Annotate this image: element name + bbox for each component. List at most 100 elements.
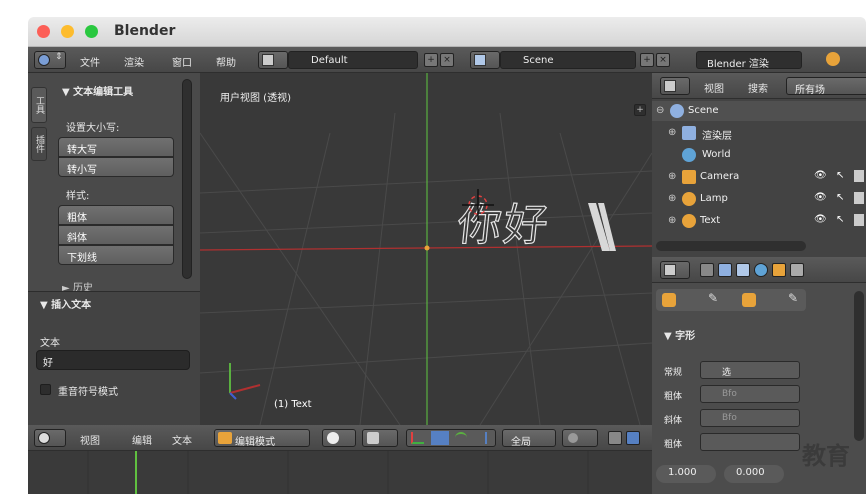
font-selector[interactable] [700, 409, 800, 427]
value-field-2[interactable]: 0.000 [724, 465, 784, 483]
render-toggle-icon[interactable] [854, 214, 864, 226]
add-scene-icon[interactable]: + [640, 53, 654, 67]
accent-mode-checkbox[interactable] [40, 384, 51, 395]
proportional-edit-icon[interactable] [626, 431, 640, 445]
manipulator-group[interactable] [406, 429, 496, 447]
panel-title-font[interactable]: ▼ 字形 [664, 327, 695, 342]
view3d-editor-type-button[interactable] [34, 429, 66, 447]
minimize-window-button[interactable] [61, 25, 74, 38]
remove-layout-icon[interactable]: × [440, 53, 454, 67]
world-tab-icon[interactable] [754, 263, 768, 277]
scene-icon [670, 104, 684, 118]
menu-edit[interactable]: 编辑 [132, 432, 152, 447]
outliner-row-render-layers[interactable]: ⊕ 渲染层 [652, 123, 866, 143]
snap-icon[interactable] [608, 431, 622, 445]
outliner-display-selector[interactable]: 所有场 [786, 77, 866, 95]
zoom-window-button[interactable] [85, 25, 98, 38]
scene-icon [474, 54, 486, 66]
tool-shelf-scrollbar[interactable] [182, 79, 192, 279]
rotate-icon[interactable] [455, 432, 467, 444]
outliner-row-scene[interactable]: ⊖ Scene [652, 101, 866, 121]
outliner-row-lamp[interactable]: ⊕ Lamp 👁 ↖ [652, 189, 866, 209]
outliner-row-text[interactable]: ⊕ Text 👁 ↖ [652, 211, 866, 231]
blender-app: ⇕ 文件 渲染 窗口 帮助 Default + × Scene + × Blen… [28, 47, 866, 494]
mode-selector[interactable]: 编辑模式 [214, 429, 310, 447]
editor-type-button[interactable]: ⇕ [34, 51, 66, 69]
timeline-area[interactable] [28, 451, 652, 494]
render-toggle-icon[interactable] [854, 192, 864, 204]
scene-selector[interactable]: Scene [500, 51, 636, 69]
layout-type-button[interactable] [258, 51, 288, 69]
eye-icon[interactable]: 👁 [814, 192, 827, 203]
menu-text[interactable]: 文本 [172, 432, 192, 447]
font-selector[interactable] [700, 433, 800, 451]
tab-tools[interactable]: 工具 [31, 87, 47, 123]
render-layers-tab-icon[interactable] [718, 263, 732, 277]
cursor-icon[interactable]: ↖ [836, 192, 844, 203]
outliner-row-world[interactable]: World [652, 145, 866, 165]
add-layout-icon[interactable]: + [424, 53, 438, 67]
eye-icon[interactable]: 👁 [814, 214, 827, 225]
scale-icon[interactable] [475, 432, 487, 444]
layout-name: Default [311, 55, 348, 66]
outliner-menu-view[interactable]: 视图 [704, 80, 724, 95]
close-window-button[interactable] [37, 25, 50, 38]
italic-button[interactable]: 斜体 [58, 225, 174, 245]
menu-help[interactable]: 帮助 [216, 54, 236, 69]
panel-title-text-tools[interactable]: ▼ 文本编辑工具 [62, 83, 133, 98]
object-tab-icon[interactable] [772, 263, 786, 277]
eye-icon[interactable]: 👁 [814, 170, 827, 181]
cursor-icon[interactable]: ↖ [836, 170, 844, 181]
outliner-display-name: 所有场 [795, 85, 825, 95]
solid-shading-icon [327, 432, 339, 444]
menu-render[interactable]: 渲染 [124, 54, 144, 69]
font-selector[interactable] [700, 361, 800, 379]
panel-title-insert-text[interactable]: ▼ 插入文本 [40, 296, 91, 311]
outliner-editor-type-button[interactable] [660, 77, 690, 95]
render-engine-name: Blender 渲染 [707, 59, 769, 69]
cursor-icon[interactable]: ↖ [836, 214, 844, 225]
to-lower-button[interactable]: 转小写 [58, 157, 174, 177]
scene-tab-icon[interactable] [736, 263, 750, 277]
text-input[interactable]: 好 [36, 350, 190, 370]
value-field-1[interactable]: 1.000 [656, 465, 716, 483]
tool-shelf: 工具 插件 ▼ 文本编辑工具 设置大小写: 转大写 转小写 样式: 粗体 斜体 … [28, 73, 200, 425]
bold-button[interactable]: 粗体 [58, 205, 174, 225]
outliner-label: 渲染层 [702, 131, 732, 142]
remove-scene-icon[interactable]: × [656, 53, 670, 67]
scene-type-button[interactable] [470, 51, 500, 69]
datablock-row: ✎ ✎ [656, 289, 806, 311]
outliner-menu-search[interactable]: 搜索 [748, 80, 768, 95]
render-engine-selector[interactable]: Blender 渲染 [696, 51, 802, 69]
underline-button[interactable]: 下划线 [58, 245, 174, 265]
blender-logo-icon [826, 52, 840, 66]
font-selector[interactable] [700, 385, 800, 403]
layer-button[interactable] [562, 429, 598, 447]
menu-file[interactable]: 文件 [80, 54, 100, 69]
3d-viewport[interactable]: 用户视图 (透视) + 你好 (1) Text [200, 73, 652, 425]
case-label: 设置大小写: [66, 123, 120, 134]
render-toggle-icon[interactable] [854, 170, 864, 182]
menu-view[interactable]: 视图 [80, 432, 100, 447]
manipulator-icon [411, 432, 424, 444]
tab-addons[interactable]: 插件 [31, 127, 47, 161]
transform-orientation-selector[interactable]: 全局 [502, 429, 556, 447]
outliner-scrollbar[interactable] [656, 241, 806, 251]
watermark-text: 教育 [802, 442, 850, 470]
properties-editor-type-button[interactable] [660, 261, 690, 279]
viewport-plus-icon[interactable]: + [634, 104, 646, 116]
layout-selector[interactable]: Default [288, 51, 418, 69]
pivot-point-button[interactable] [362, 429, 398, 447]
constraints-tab-icon[interactable] [790, 263, 804, 277]
eyedropper-icon[interactable]: ✎ [708, 291, 718, 305]
outliner-row-camera[interactable]: ⊕ Camera 👁 ↖ [652, 167, 866, 187]
eyedropper-icon[interactable]: ✎ [788, 291, 798, 305]
render-tab-icon[interactable] [700, 263, 714, 277]
properties-scrollbar[interactable] [854, 291, 864, 441]
layer-dot-icon [568, 433, 578, 443]
menu-window[interactable]: 窗口 [172, 54, 192, 69]
font-row-bold-italic: 粗体 [656, 433, 806, 451]
translate-icon[interactable] [431, 431, 449, 445]
to-upper-button[interactable]: 转大写 [58, 137, 174, 157]
viewport-shading-button[interactable] [322, 429, 356, 447]
